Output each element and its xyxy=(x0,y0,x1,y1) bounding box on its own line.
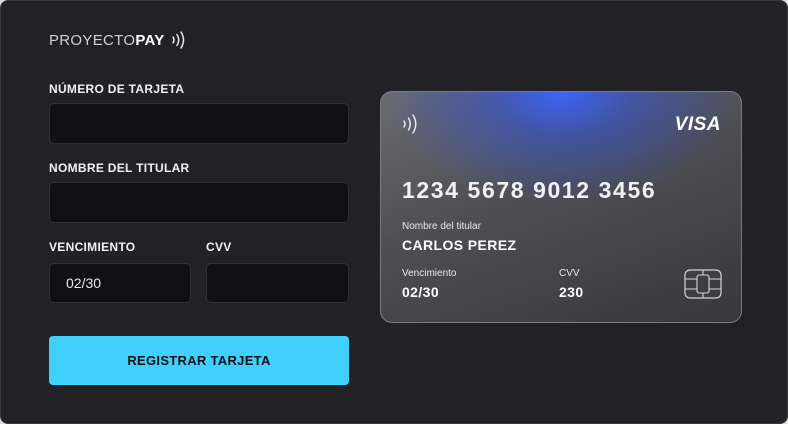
cvv-input[interactable] xyxy=(206,263,349,303)
card-number-input[interactable] xyxy=(49,103,349,144)
payment-panel: PROYECTO PAY NÚMERO DE TARJETA NOMBRE DE… xyxy=(0,0,788,424)
expiry-label: VENCIMIENTO xyxy=(49,240,136,254)
expiry-input[interactable]: 02/30 xyxy=(49,263,191,303)
card-chip-icon xyxy=(684,269,722,299)
card-expiry-value: 02/30 xyxy=(402,284,440,300)
card-cvv-caption: CVV xyxy=(559,268,580,279)
card-holder-name: CARLOS PEREZ xyxy=(402,237,517,253)
card-expiry-caption: Vencimiento xyxy=(402,268,457,279)
brand-logo: PROYECTO PAY xyxy=(49,29,188,51)
card-preview: VISA 1234 5678 9012 3456 Nombre del titu… xyxy=(380,91,742,323)
holder-name-input[interactable] xyxy=(49,182,349,223)
card-cvv-value: 230 xyxy=(559,284,584,300)
contactless-icon xyxy=(171,31,184,49)
card-number-display: 1234 5678 9012 3456 xyxy=(402,177,657,203)
visa-logo: VISA xyxy=(674,114,721,135)
cvv-label: CVV xyxy=(206,240,232,254)
register-card-button[interactable]: REGISTRAR TARJETA xyxy=(49,336,349,385)
card-number-label: NÚMERO DE TARJETA xyxy=(49,82,185,96)
brand-name-bold: PAY xyxy=(135,31,165,49)
holder-name-label: NOMBRE DEL TITULAR xyxy=(49,161,190,175)
brand-name-light: PROYECTO xyxy=(49,31,136,49)
card-holder-caption: Nombre del titular xyxy=(402,221,481,232)
card-contactless-icon xyxy=(403,114,417,134)
